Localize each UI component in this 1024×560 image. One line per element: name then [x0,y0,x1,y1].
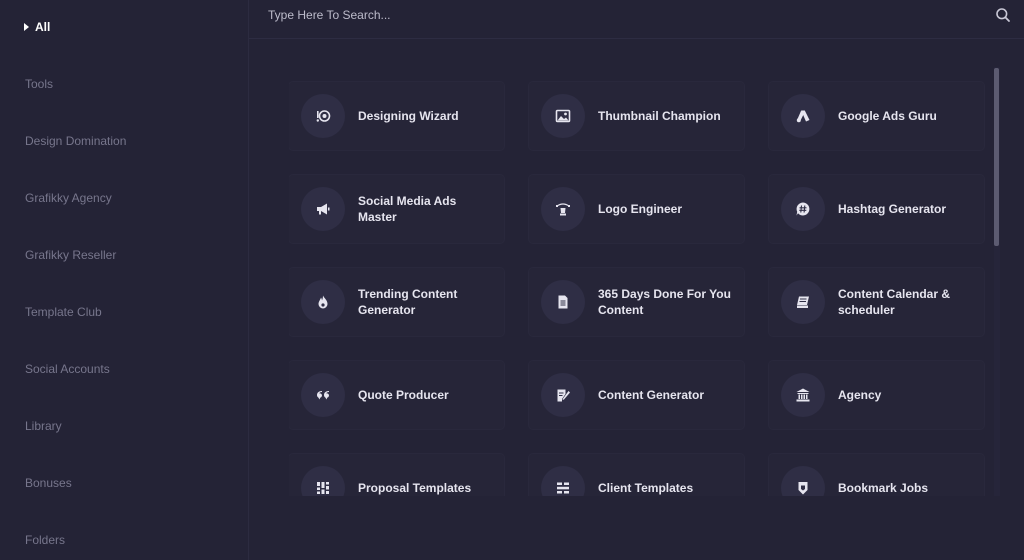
card-proposal-templates[interactable]: Proposal Templates [289,454,504,496]
sidebar-item-label: Tools [25,77,54,91]
sidebar-item-label: Grafikky Reseller [25,248,117,262]
hashtag-icon [796,202,810,216]
sidebar-item-grafikky-reseller[interactable]: Grafikky Reseller [25,248,116,262]
caret-right-icon [24,23,29,31]
card-label: Content Generator [598,388,705,402]
logo-pen-icon [556,203,570,216]
image-icon [555,109,571,123]
icon-container [301,187,345,231]
card-label: Designing Wizard [358,109,459,123]
sidebar-item-label: Template Club [25,305,102,319]
search-icon[interactable] [995,7,1011,23]
sidebar-item-design-domination[interactable]: Design Domination [25,134,126,148]
card-designing-wizard[interactable]: Designing Wizard [289,82,504,150]
card-label: Quote Producer [358,388,449,402]
tools-grid: Designing Wizard Thumbnail Champion Goog… [289,78,989,496]
icon-container [541,373,585,417]
megaphone-icon [317,203,330,215]
icon-container [301,94,345,138]
icon-container [301,280,345,324]
sidebar-item-label: Social Accounts [25,362,110,376]
main-content: Designing Wizard Thumbnail Champion Goog… [249,0,1024,560]
card-trending-content-generator[interactable]: Trending Content Generator [289,268,504,336]
sidebar: All Tools Design Domination Grafikky Age… [0,0,249,560]
card-thumbnail-champion[interactable]: Thumbnail Champion [529,82,744,150]
icon-container [781,466,825,496]
sidebar-item-label: All [35,20,51,34]
sidebar-item-label: Design Domination [25,134,127,148]
card-label: Client Templates [598,481,694,495]
sidebar-item-template-club[interactable]: Template Club [25,305,102,319]
card-365-days-content[interactable]: 365 Days Done For You Content [529,268,744,336]
sidebar-item-label: Bonuses [25,476,72,490]
sidebar-item-label: Grafikky Agency [25,191,112,205]
sidebar-item-label: Folders [25,533,66,547]
card-google-ads-guru[interactable]: Google Ads Guru [769,82,984,150]
card-social-media-ads-master[interactable]: Social Media Ads Master [289,175,504,243]
scrollbar-thumb[interactable] [994,68,999,246]
bookmark-shield-icon [798,482,808,495]
card-client-templates[interactable]: Client Templates [529,454,744,496]
icon-container [541,466,585,496]
google-ads-icon [796,110,810,123]
sidebar-item-grafikky-agency[interactable]: Grafikky Agency [25,191,112,205]
proposal-grid-icon [317,482,329,494]
icon-container [781,94,825,138]
document-icon [558,295,568,309]
card-quote-producer[interactable]: Quote Producer [289,361,504,429]
search-bar [249,0,1024,39]
card-content-generator[interactable]: Content Generator [529,361,744,429]
design-wizard-icon [316,110,331,122]
card-bookmark-jobs[interactable]: Bookmark Jobs [769,454,984,496]
app-window: All Tools Design Domination Grafikky Age… [0,0,1024,560]
icon-container [301,466,345,496]
card-logo-engineer[interactable]: Logo Engineer [529,175,744,243]
card-label: Google Ads Guru [838,109,937,123]
icon-container [541,280,585,324]
sidebar-item-folders[interactable]: Folders [25,533,65,547]
card-label: Agency [838,388,882,402]
sidebar-item-library[interactable]: Library [25,419,62,433]
card-hashtag-generator[interactable]: Hashtag Generator [769,175,984,243]
card-label: Content Calendar & scheduler [838,287,951,317]
card-label: Logo Engineer [598,202,682,216]
card-label: 365 Days Done For You Content [598,287,731,317]
icon-container [541,187,585,231]
card-label: Bookmark Jobs [838,481,929,495]
card-agency[interactable]: Agency [769,361,984,429]
sidebar-item-bonuses[interactable]: Bonuses [25,476,72,490]
card-label: Thumbnail Champion [598,109,721,123]
icon-container [781,373,825,417]
sidebar-item-all[interactable]: All [24,20,50,34]
icon-container [781,280,825,324]
card-label: Trending Content Generator [358,287,458,317]
card-label: Social Media Ads Master [358,194,457,224]
quote-icon [316,391,329,400]
calendar-icon [797,296,809,308]
icon-container [781,187,825,231]
sidebar-item-label: Library [25,419,62,433]
bank-icon [796,388,810,402]
icon-container [541,94,585,138]
card-content-calendar[interactable]: Content Calendar & scheduler [769,268,984,336]
flame-icon [318,295,328,309]
icon-container [301,373,345,417]
search-input[interactable] [268,6,968,24]
card-label: Proposal Templates [358,481,472,495]
edit-document-icon [557,389,570,402]
card-label: Hashtag Generator [838,202,947,216]
sidebar-item-social-accounts[interactable]: Social Accounts [25,362,110,376]
sidebar-item-tools[interactable]: Tools [25,77,53,91]
client-grid-icon [557,482,569,494]
